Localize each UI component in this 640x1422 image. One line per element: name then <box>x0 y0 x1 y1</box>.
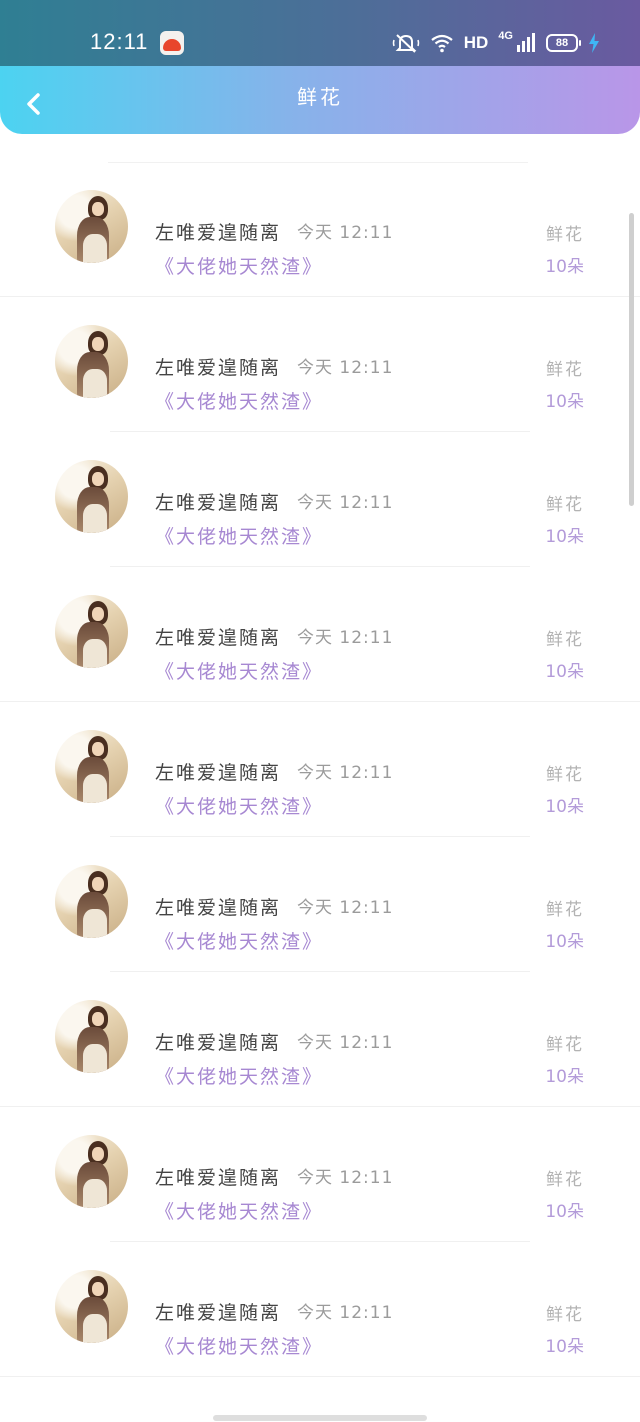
avatar[interactable] <box>55 190 128 263</box>
gift-count: 10朵 <box>545 797 584 817</box>
gift-type: 鲜花 <box>546 1035 584 1055</box>
gift-type: 鲜花 <box>546 1170 584 1190</box>
gift-type: 鲜花 <box>546 495 584 515</box>
book-title-link[interactable]: 《大佬她天然渣》 <box>155 254 323 280</box>
avatar[interactable] <box>55 1270 128 1343</box>
record-time: 今天 12:11 <box>297 628 394 648</box>
gift-count: 10朵 <box>545 1202 584 1222</box>
signal-icon <box>517 33 535 52</box>
user-name: 左唯爱遑随离 <box>155 1167 282 1189</box>
avatar[interactable] <box>55 325 128 398</box>
record-time: 今天 12:11 <box>297 763 394 783</box>
book-title-link[interactable]: 《大佬她天然渣》 <box>155 524 323 550</box>
network-type: 4G <box>498 30 513 42</box>
book-title-link[interactable]: 《大佬她天然渣》 <box>155 389 323 415</box>
record-time: 今天 12:11 <box>297 1033 394 1053</box>
book-title-link[interactable]: 《大佬她天然渣》 <box>155 1334 323 1360</box>
list-item[interactable]: 左唯爱遑随离 今天 12:11 《大佬她天然渣》 鲜花 10朵 <box>0 837 640 972</box>
header: 鲜花 <box>0 66 640 134</box>
list-item[interactable]: 左唯爱遑随离 今天 12:11 《大佬她天然渣》 鲜花 10朵 <box>0 567 640 702</box>
user-name: 左唯爱遑随离 <box>155 762 282 784</box>
gift-count: 10朵 <box>545 1337 584 1357</box>
list-item[interactable]: 左唯爱遑随离 今天 12:11 《大佬她天然渣》 鲜花 10朵 <box>0 432 640 567</box>
record-time: 今天 12:11 <box>297 1303 394 1323</box>
page-title: 鲜花 <box>297 85 343 109</box>
avatar[interactable] <box>55 1135 128 1208</box>
user-name: 左唯爱遑随离 <box>155 1302 282 1324</box>
status-bar: 12:11 HD 4G 88 <box>0 0 640 66</box>
user-name: 左唯爱遑随离 <box>155 357 282 379</box>
gift-count: 10朵 <box>545 662 584 682</box>
avatar[interactable] <box>55 865 128 938</box>
gift-count: 10朵 <box>545 527 584 547</box>
gift-type: 鲜花 <box>546 360 584 380</box>
user-name: 左唯爱遑随离 <box>155 222 282 244</box>
avatar[interactable] <box>55 730 128 803</box>
record-time: 今天 12:11 <box>297 358 394 378</box>
gift-type: 鲜花 <box>546 225 584 245</box>
home-indicator[interactable] <box>213 1415 427 1421</box>
book-title-link[interactable]: 《大佬她天然渣》 <box>155 929 323 955</box>
status-icons: HD 4G 88 <box>392 28 600 58</box>
gift-type: 鲜花 <box>546 1305 584 1325</box>
wifi-icon <box>431 34 453 53</box>
book-title-link[interactable]: 《大佬她天然渣》 <box>155 659 323 685</box>
user-name: 左唯爱遑随离 <box>155 1032 282 1054</box>
user-name: 左唯爱遑随离 <box>155 627 282 649</box>
record-time: 今天 12:11 <box>297 223 394 243</box>
hd-indicator: HD <box>463 33 489 52</box>
book-title-link[interactable]: 《大佬她天然渣》 <box>155 1064 323 1090</box>
list-item[interactable]: 左唯爱遑随离 今天 12:11 《大佬她天然渣》 鲜花 10朵 <box>0 162 640 297</box>
mute-icon <box>392 34 419 53</box>
record-time: 今天 12:11 <box>297 1168 394 1188</box>
gift-type: 鲜花 <box>546 630 584 650</box>
user-name: 左唯爱遑随离 <box>155 897 282 919</box>
record-time: 今天 12:11 <box>297 493 394 513</box>
avatar[interactable] <box>55 460 128 533</box>
game-app-icon <box>160 31 184 55</box>
status-time: 12:11 <box>90 29 149 54</box>
book-title-link[interactable]: 《大佬她天然渣》 <box>155 794 323 820</box>
gift-count: 10朵 <box>545 392 584 412</box>
battery-level: 88 <box>546 34 581 52</box>
avatar[interactable] <box>55 1000 128 1073</box>
user-name: 左唯爱遑随离 <box>155 492 282 514</box>
charging-icon <box>589 33 599 53</box>
list-item[interactable]: 左唯爱遑随离 今天 12:11 《大佬她天然渣》 鲜花 10朵 <box>0 972 640 1107</box>
gift-count: 10朵 <box>545 1067 584 1087</box>
gift-type: 鲜花 <box>546 900 584 920</box>
list-item[interactable]: 左唯爱遑随离 今天 12:11 《大佬她天然渣》 鲜花 10朵 <box>0 1107 640 1242</box>
scrollbar[interactable] <box>629 213 634 506</box>
gift-type: 鲜花 <box>546 765 584 785</box>
record-time: 今天 12:11 <box>297 898 394 918</box>
list-item[interactable]: 左唯爱遑随离 今天 12:11 《大佬她天然渣》 鲜花 10朵 <box>0 297 640 432</box>
gift-count: 10朵 <box>545 932 584 952</box>
list-item[interactable]: 左唯爱遑随离 今天 12:11 《大佬她天然渣》 鲜花 10朵 <box>0 1242 640 1377</box>
book-title-link[interactable]: 《大佬她天然渣》 <box>155 1199 323 1225</box>
divider <box>0 1376 640 1377</box>
gift-count: 10朵 <box>545 257 584 277</box>
list-item[interactable]: 左唯爱遑随离 今天 12:11 《大佬她天然渣》 鲜花 10朵 <box>0 702 640 837</box>
avatar[interactable] <box>55 595 128 668</box>
